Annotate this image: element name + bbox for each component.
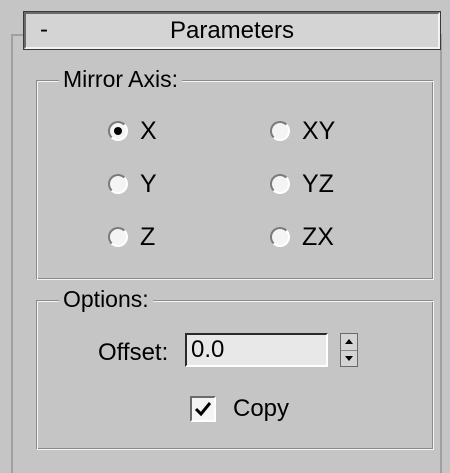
radio-yz-circle (270, 174, 290, 194)
radio-yz-label: YZ (302, 170, 334, 198)
radio-z-circle (108, 227, 128, 247)
radio-zx-circle (270, 227, 290, 247)
copy-label: Copy (233, 395, 290, 422)
arrow-down-icon (345, 355, 353, 361)
checkmark-icon (194, 402, 212, 417)
copy-checkbox-box (190, 396, 216, 422)
radio-z-label: Z (140, 223, 156, 251)
options-label: Options: (59, 285, 153, 313)
radio-xy-label: XY (302, 117, 336, 145)
radio-x-circle (108, 121, 128, 141)
copy-checkbox[interactable]: Copy (190, 395, 289, 423)
radio-xy[interactable]: XY (270, 117, 335, 145)
rollout-title: Parameters (169, 17, 295, 44)
offset-input[interactable] (185, 333, 328, 367)
spinner-up-button[interactable] (341, 334, 357, 351)
radio-z[interactable]: Z (108, 223, 155, 251)
radio-y-label: Y (140, 170, 157, 198)
radio-zx[interactable]: ZX (270, 223, 334, 251)
radio-y[interactable]: Y (108, 170, 157, 198)
parameters-rollout-header[interactable]: - Parameters (23, 11, 441, 50)
radio-y-circle (108, 174, 128, 194)
arrow-up-icon (345, 339, 353, 345)
radio-x[interactable]: X (108, 117, 157, 145)
radio-xy-circle (270, 121, 290, 141)
mirror-axis-label: Mirror Axis: (59, 65, 182, 93)
spinner-down-button[interactable] (341, 351, 357, 367)
radio-zx-label: ZX (302, 223, 334, 251)
radio-x-label: X (140, 117, 157, 145)
options-group: Options: (36, 285, 434, 450)
rollout-frame-edge-left (11, 34, 25, 36)
mirror-axis-group: Mirror Axis: (36, 65, 434, 280)
radio-yz[interactable]: YZ (270, 170, 334, 198)
offset-spinner (340, 333, 358, 367)
offset-label: Offset: (98, 339, 169, 366)
